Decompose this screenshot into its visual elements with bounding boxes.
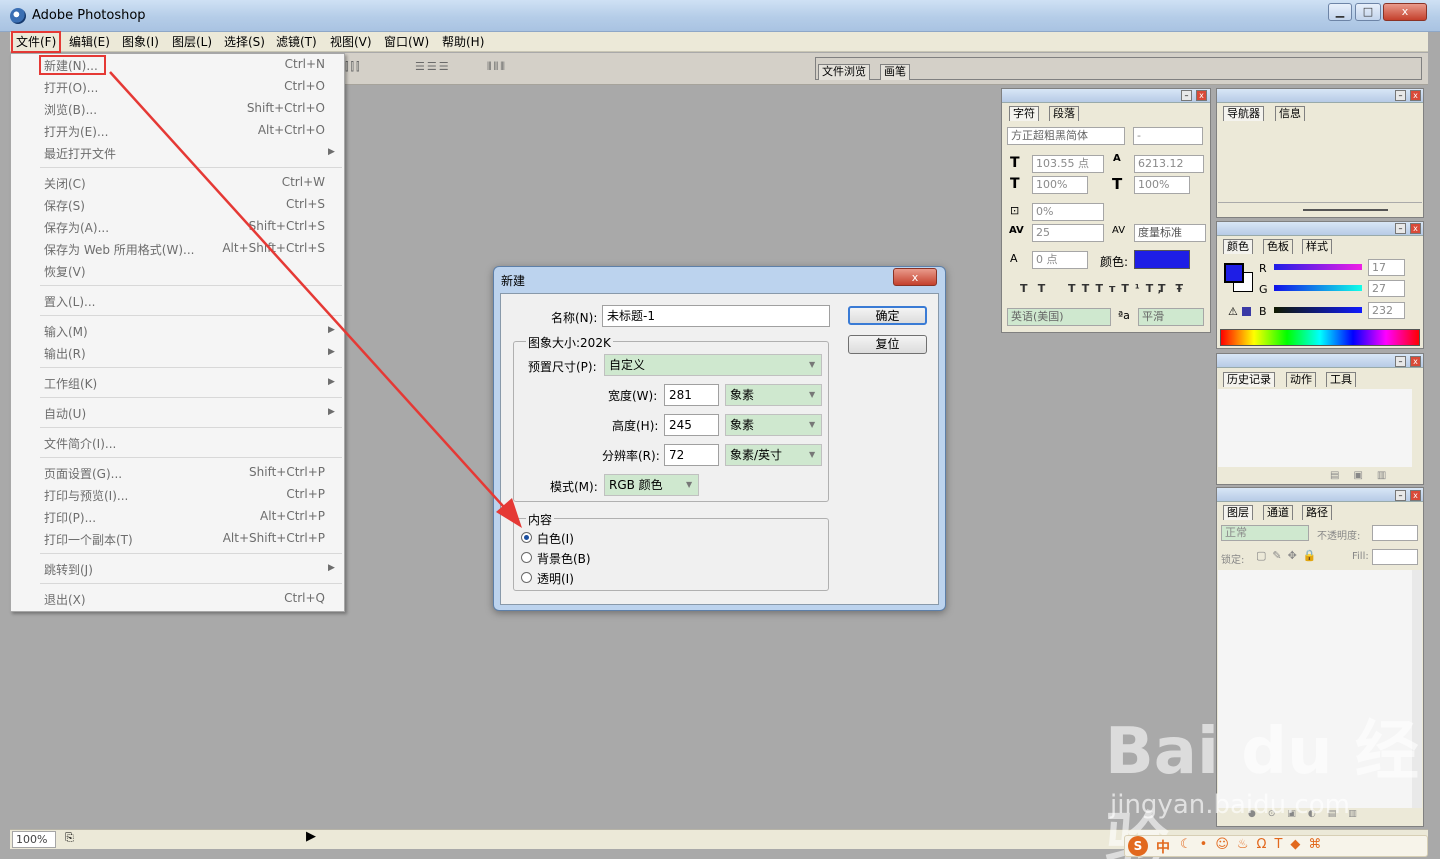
- ime-chinese-mode[interactable]: 中: [1156, 837, 1170, 857]
- sogou-ime-icon[interactable]: S: [1128, 836, 1148, 856]
- annotation-arrow-line: [109, 71, 513, 517]
- ime-tool-icons[interactable]: ☾•☺♨ΩT◆⌘: [1180, 837, 1329, 852]
- watermark-url: jingyan.baidu.com: [1110, 790, 1350, 820]
